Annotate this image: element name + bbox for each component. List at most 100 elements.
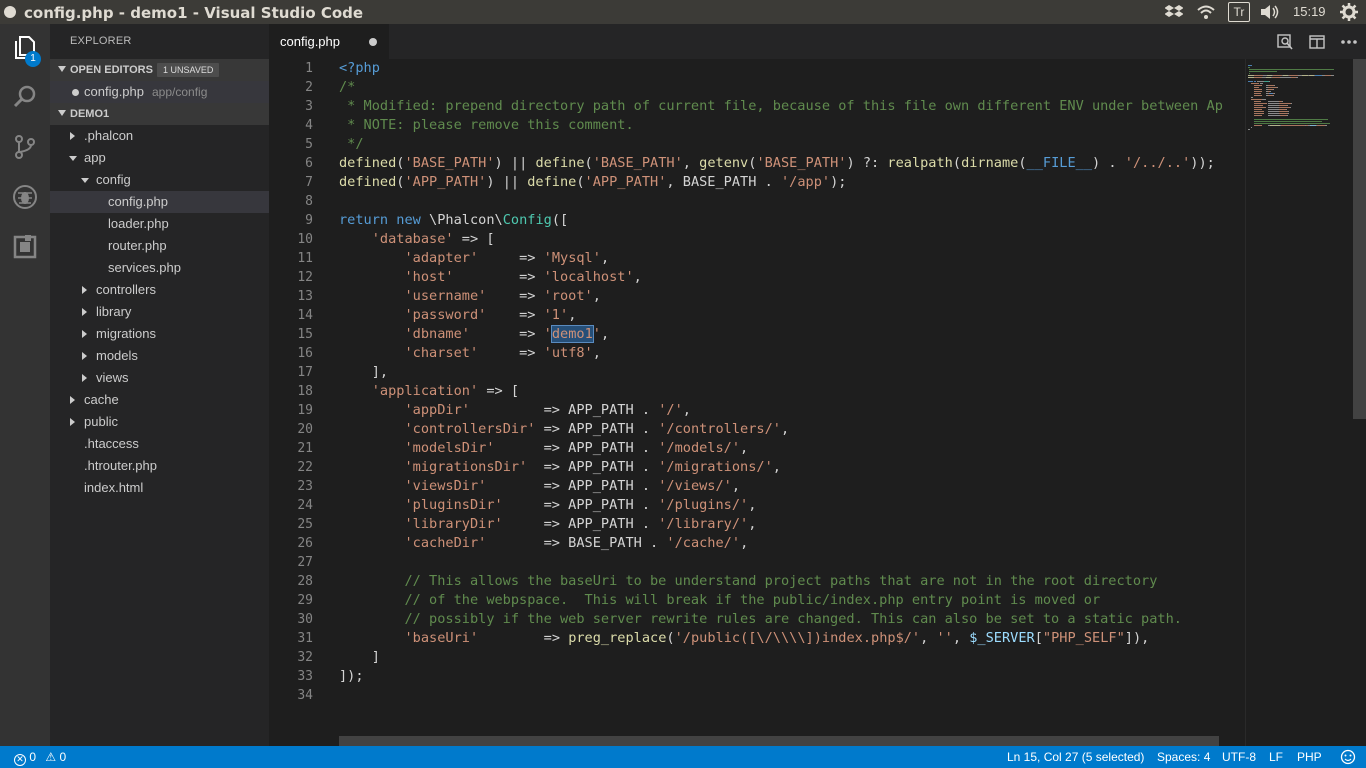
tab-config-php[interactable]: config.php [269, 24, 389, 59]
code-line[interactable]: 'viewsDir' => APP_PATH . '/views/', [339, 477, 740, 496]
minimap-stroke [1260, 83, 1264, 84]
code-line[interactable]: * NOTE: please remove this comment. [339, 116, 633, 135]
indentation[interactable]: Spaces: 4 [1157, 750, 1210, 764]
tree-folder-views[interactable]: views [50, 367, 269, 389]
code-line[interactable]: ]); [339, 667, 364, 686]
tree-file-router-php[interactable]: router.php [50, 235, 269, 257]
code-line[interactable]: 'username' => 'root', [339, 287, 600, 306]
window-close-button[interactable] [4, 6, 16, 18]
dropbox-icon[interactable] [1165, 3, 1183, 21]
open-changes-icon[interactable] [1276, 33, 1294, 51]
code-line[interactable]: return new \Phalcon\Config([ [339, 211, 568, 230]
code-line[interactable]: 'charset' => 'utf8', [339, 344, 600, 363]
unsaved-dot-icon[interactable] [369, 38, 377, 46]
tree-file-config-php[interactable]: config.php [50, 191, 269, 213]
encoding[interactable]: UTF-8 [1222, 750, 1256, 764]
keyboard-layout-indicator[interactable]: Tr [1228, 2, 1250, 22]
source-control-button[interactable] [0, 124, 50, 174]
minimap[interactable] [1245, 59, 1354, 746]
code-line[interactable]: 'appDir' => APP_PATH . '/', [339, 401, 690, 420]
code-line[interactable]: 'modelsDir' => APP_PATH . '/models/', [339, 439, 748, 458]
tree-folder-library[interactable]: library [50, 301, 269, 323]
tree-folder-models[interactable]: models [50, 345, 269, 367]
open-editors-section-header[interactable]: OPEN EDITORS 1 UNSAVED [50, 59, 269, 81]
code-line[interactable]: 'application' => [ [339, 382, 519, 401]
debug-button[interactable] [0, 174, 50, 224]
code-token: */ [339, 136, 364, 152]
code-token: 'cacheDir' [404, 535, 487, 551]
wifi-icon[interactable] [1196, 3, 1216, 21]
settings-gear-icon[interactable] [1340, 3, 1358, 21]
tree-folder-phalcon[interactable]: .phalcon [50, 125, 269, 147]
project-section-header[interactable]: DEMO1 [50, 103, 269, 125]
language-mode[interactable]: PHP [1297, 750, 1322, 764]
split-editor-icon[interactable] [1308, 33, 1326, 51]
tree-folder-public[interactable]: public [50, 411, 269, 433]
code-line[interactable]: * Modified: prepend directory path of cu… [339, 97, 1223, 116]
code-line[interactable]: 'migrationsDir' => APP_PATH . '/migratio… [339, 458, 780, 477]
tree-file-loader-php[interactable]: loader.php [50, 213, 269, 235]
feedback-smiley-icon[interactable] [1340, 749, 1356, 768]
code-line[interactable]: 'cacheDir' => BASE_PATH . '/cache/', [339, 534, 748, 553]
tree-file-services-php[interactable]: services.php [50, 257, 269, 279]
code-line[interactable]: ] [339, 648, 380, 667]
explorer-button[interactable]: 1 [0, 24, 50, 74]
code-line[interactable]: 'baseUri' => preg_replace('/public([\/\\… [339, 629, 1149, 648]
code-line[interactable]: ], [339, 363, 388, 382]
minimap-stroke [1268, 81, 1271, 82]
tree-folder-config[interactable]: config [50, 169, 269, 191]
code-line[interactable]: 'pluginsDir' => APP_PATH . '/plugins/', [339, 496, 756, 515]
open-editors-label: OPEN EDITORS [70, 64, 153, 76]
code-line[interactable]: 'controllersDir' => APP_PATH . '/control… [339, 420, 789, 439]
code-line[interactable]: // possibly if the web server rewrite ru… [339, 610, 1182, 629]
tree-folder-controllers[interactable]: controllers [50, 279, 269, 301]
code-line[interactable]: */ [339, 135, 364, 154]
code-line[interactable]: <?php [339, 59, 380, 78]
line-number: 19 [297, 403, 313, 418]
code-token: => [486, 288, 544, 304]
chevron-down-icon [69, 156, 77, 161]
tree-file-htaccess[interactable]: .htaccess [50, 433, 269, 455]
code-line[interactable]: // of the webpspace. This will break if … [339, 591, 1100, 610]
search-button[interactable] [0, 74, 50, 124]
code-line[interactable]: /* [339, 78, 355, 97]
line-number: 5 [305, 137, 313, 152]
code-token: realpath [887, 155, 953, 171]
tree-item-label: index.html [84, 480, 144, 495]
line-number: 16 [297, 346, 313, 361]
extensions-button[interactable] [0, 224, 50, 274]
code-line[interactable]: defined('APP_PATH') || define('APP_PATH'… [339, 173, 846, 192]
code-line[interactable]: defined('BASE_PATH') || define('BASE_PAT… [339, 154, 1215, 173]
code-line[interactable]: 'libraryDir' => APP_PATH . '/library/', [339, 515, 756, 534]
volume-icon[interactable] [1259, 3, 1281, 21]
tree-folder-migrations[interactable]: migrations [50, 323, 269, 345]
minimap-stroke [1272, 77, 1280, 78]
minimap-stroke [1254, 109, 1263, 110]
chevron-down-icon [58, 110, 66, 116]
clock[interactable]: 15:19 [1293, 4, 1326, 22]
scrollbar-thumb[interactable] [1353, 59, 1366, 419]
horizontal-scrollbar[interactable] [339, 736, 1219, 746]
cursor-position[interactable]: Ln 15, Col 27 (5 selected) [1007, 750, 1144, 764]
code-line[interactable]: 'adapter' => 'Mysql', [339, 249, 609, 268]
problems-indicator[interactable]: ✕ 0 ⚠ 0 [14, 750, 66, 766]
code-line[interactable]: 'host' => 'localhost', [339, 268, 641, 287]
vertical-scrollbar[interactable] [1353, 59, 1366, 746]
minimap-stroke [1279, 107, 1291, 108]
project-label: DEMO1 [70, 108, 110, 120]
tree-folder-cache[interactable]: cache [50, 389, 269, 411]
line-ending[interactable]: LF [1269, 750, 1283, 764]
code-line[interactable]: 'password' => '1', [339, 306, 576, 325]
tree-file-index-html[interactable]: index.html [50, 477, 269, 499]
tree-file-htrouter-php[interactable]: .htrouter.php [50, 455, 269, 477]
code-line[interactable]: 'dbname' => 'demo1', [339, 325, 609, 344]
code-line[interactable]: 'database' => [ [339, 230, 495, 249]
tree-folder-app[interactable]: app [50, 147, 269, 169]
open-editor-item[interactable]: config.php app/config [50, 81, 269, 103]
code-line[interactable]: // This allows the baseUri to be underst… [339, 572, 1157, 591]
code-editor[interactable]: 1 2 3 4 5 6 7 8 9 10 11 12 13 14 15 16 17 18 19 20 21 22 23 24 2… [269, 59, 1245, 746]
minimap-stroke [1251, 99, 1262, 100]
minimap-stroke [1251, 97, 1253, 98]
minimap-stroke [1279, 103, 1292, 104]
more-actions-icon[interactable] [1340, 33, 1358, 51]
